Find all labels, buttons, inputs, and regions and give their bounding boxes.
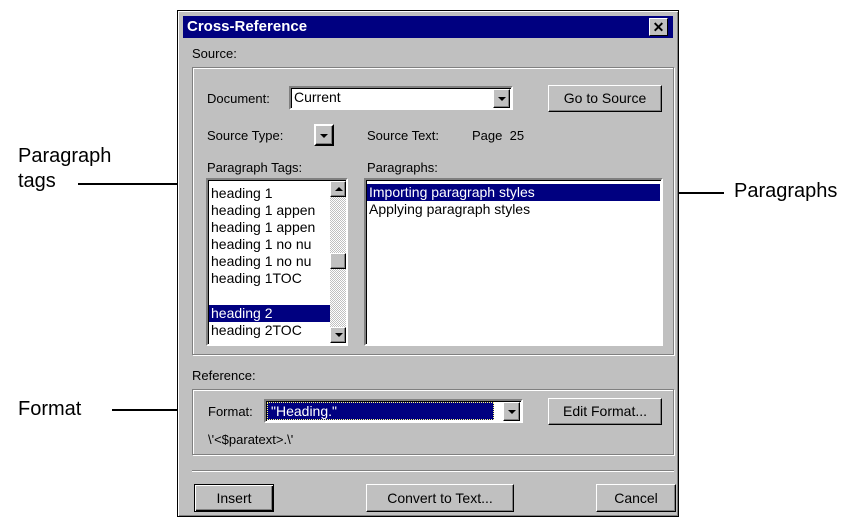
close-button[interactable]: ✕: [649, 18, 668, 36]
list-item-selected[interactable]: Importing paragraph styles: [367, 184, 660, 201]
document-label: Document:: [207, 91, 270, 106]
source-text-label: Source Text:: [367, 128, 440, 143]
chevron-down-icon: [508, 410, 516, 414]
document-combo[interactable]: Current: [289, 86, 513, 110]
callout-format: Format: [18, 398, 82, 420]
paragraph-tags-scrollbar[interactable]: [330, 181, 346, 343]
insert-button[interactable]: Insert: [194, 484, 274, 512]
document-dropdown-button[interactable]: [493, 89, 510, 108]
format-value: "Heading.": [267, 402, 497, 420]
list-item[interactable]: heading 2TOC: [209, 322, 330, 339]
paragraphs-list[interactable]: Importing paragraph styles Applying para…: [364, 178, 663, 346]
chevron-down-icon: [320, 134, 328, 138]
dialog-title: Cross-Reference: [187, 18, 308, 35]
format-definition: \'<$paratext>.\': [208, 432, 294, 447]
list-item[interactable]: heading 1: [209, 185, 330, 202]
scroll-up-button[interactable]: [330, 181, 346, 197]
paragraph-tags-list[interactable]: heading 1 heading 1 appen heading 1 appe…: [206, 178, 348, 346]
source-text-value: Page 25: [472, 128, 525, 143]
edit-format-button[interactable]: Edit Format...: [548, 398, 662, 425]
dialog-title-bar: Cross-Reference: [183, 16, 673, 38]
document-value: Current: [294, 89, 341, 105]
format-value-text: "Heading.": [267, 402, 494, 420]
callout-paragraphs: Paragraphs: [734, 180, 838, 202]
format-label: Format:: [208, 404, 253, 419]
list-item-selected[interactable]: heading 2: [209, 305, 330, 322]
source-group-label: Source:: [192, 46, 237, 61]
chevron-up-icon: [335, 187, 343, 191]
scroll-thumb[interactable]: [330, 253, 346, 269]
button-separator: [192, 470, 674, 472]
go-to-source-button[interactable]: Go to Source: [548, 85, 662, 112]
reference-group-label: Reference:: [192, 368, 256, 383]
list-item[interactable]: heading 1 no nu: [209, 253, 330, 270]
chevron-down-icon: [498, 97, 506, 101]
paragraph-tags-label: Paragraph Tags:: [207, 160, 303, 175]
list-item[interactable]: Applying paragraph styles: [367, 201, 660, 218]
close-icon: ✕: [652, 19, 665, 35]
paragraphs-label: Paragraphs:: [367, 160, 438, 175]
format-dropdown-button[interactable]: [503, 402, 520, 421]
chevron-down-icon: [335, 333, 343, 337]
list-item[interactable]: heading 1 appen: [209, 202, 330, 219]
format-combo[interactable]: "Heading.": [264, 399, 523, 423]
cancel-button[interactable]: Cancel: [596, 484, 676, 512]
callout-paragraph-tags-line2: tags: [18, 170, 56, 192]
source-type-dropdown-button[interactable]: [314, 124, 334, 146]
callout-paragraph-tags-line1: Paragraph: [18, 145, 112, 167]
list-item[interactable]: heading 1TOC: [209, 270, 330, 287]
scroll-down-button[interactable]: [330, 327, 346, 343]
list-item[interactable]: heading 1 no nu: [209, 236, 330, 253]
convert-to-text-button[interactable]: Convert to Text...: [366, 484, 514, 512]
source-type-label: Source Type:: [207, 128, 284, 143]
list-item[interactable]: heading 1 appen: [209, 219, 330, 236]
